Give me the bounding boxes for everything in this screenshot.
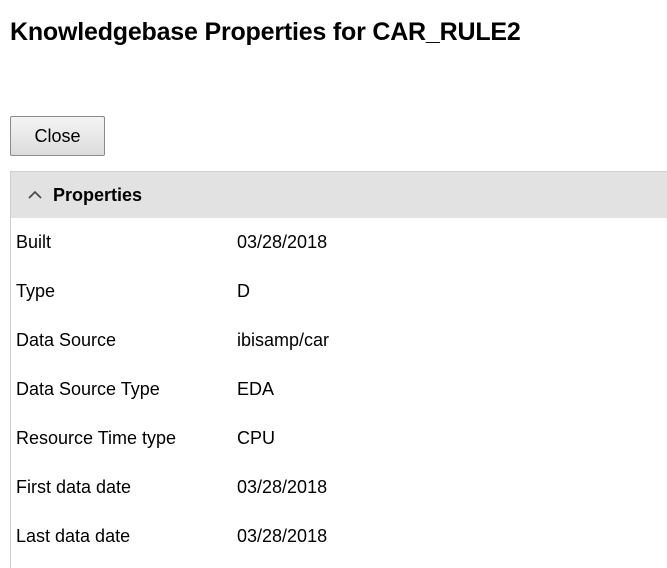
property-label: Type bbox=[16, 281, 56, 301]
property-value: 03/28/2018 bbox=[237, 477, 328, 497]
knowledgebase-properties-page: Knowledgebase Properties for CAR_RULE2 C… bbox=[0, 0, 667, 568]
chevron-up-icon[interactable] bbox=[25, 188, 45, 202]
property-row-data-source-type: Data Source Type EDA bbox=[11, 365, 667, 414]
properties-list: Built 03/28/2018 Type D Data Source ibis… bbox=[11, 218, 667, 561]
page-title: Knowledgebase Properties for CAR_RULE2 bbox=[10, 18, 521, 46]
property-value: EDA bbox=[237, 379, 275, 399]
property-label: Data Source Type bbox=[16, 379, 160, 399]
property-label: Last data date bbox=[16, 526, 131, 546]
close-button[interactable]: Close bbox=[10, 116, 105, 156]
property-row-type: Type D bbox=[11, 267, 667, 316]
property-label: Built bbox=[16, 232, 52, 252]
property-row-first-data-date: First data date 03/28/2018 bbox=[11, 463, 667, 512]
property-value: 03/28/2018 bbox=[237, 526, 328, 546]
property-row-data-source: Data Source ibisamp/car bbox=[11, 316, 667, 365]
properties-panel: Properties Built 03/28/2018 Type D Data … bbox=[10, 171, 667, 568]
property-value: 03/28/2018 bbox=[237, 232, 328, 252]
properties-panel-header[interactable]: Properties bbox=[11, 172, 667, 218]
property-label: Data Source bbox=[16, 330, 117, 350]
property-row-built: Built 03/28/2018 bbox=[11, 218, 667, 267]
properties-panel-title: Properties bbox=[53, 184, 143, 205]
property-row-last-data-date: Last data date 03/28/2018 bbox=[11, 512, 667, 561]
property-label: Resource Time type bbox=[16, 428, 177, 448]
property-value: CPU bbox=[237, 428, 276, 448]
property-label: First data date bbox=[16, 477, 132, 497]
property-row-resource-time-type: Resource Time type CPU bbox=[11, 414, 667, 463]
property-value: D bbox=[237, 281, 250, 301]
property-value: ibisamp/car bbox=[237, 330, 330, 350]
